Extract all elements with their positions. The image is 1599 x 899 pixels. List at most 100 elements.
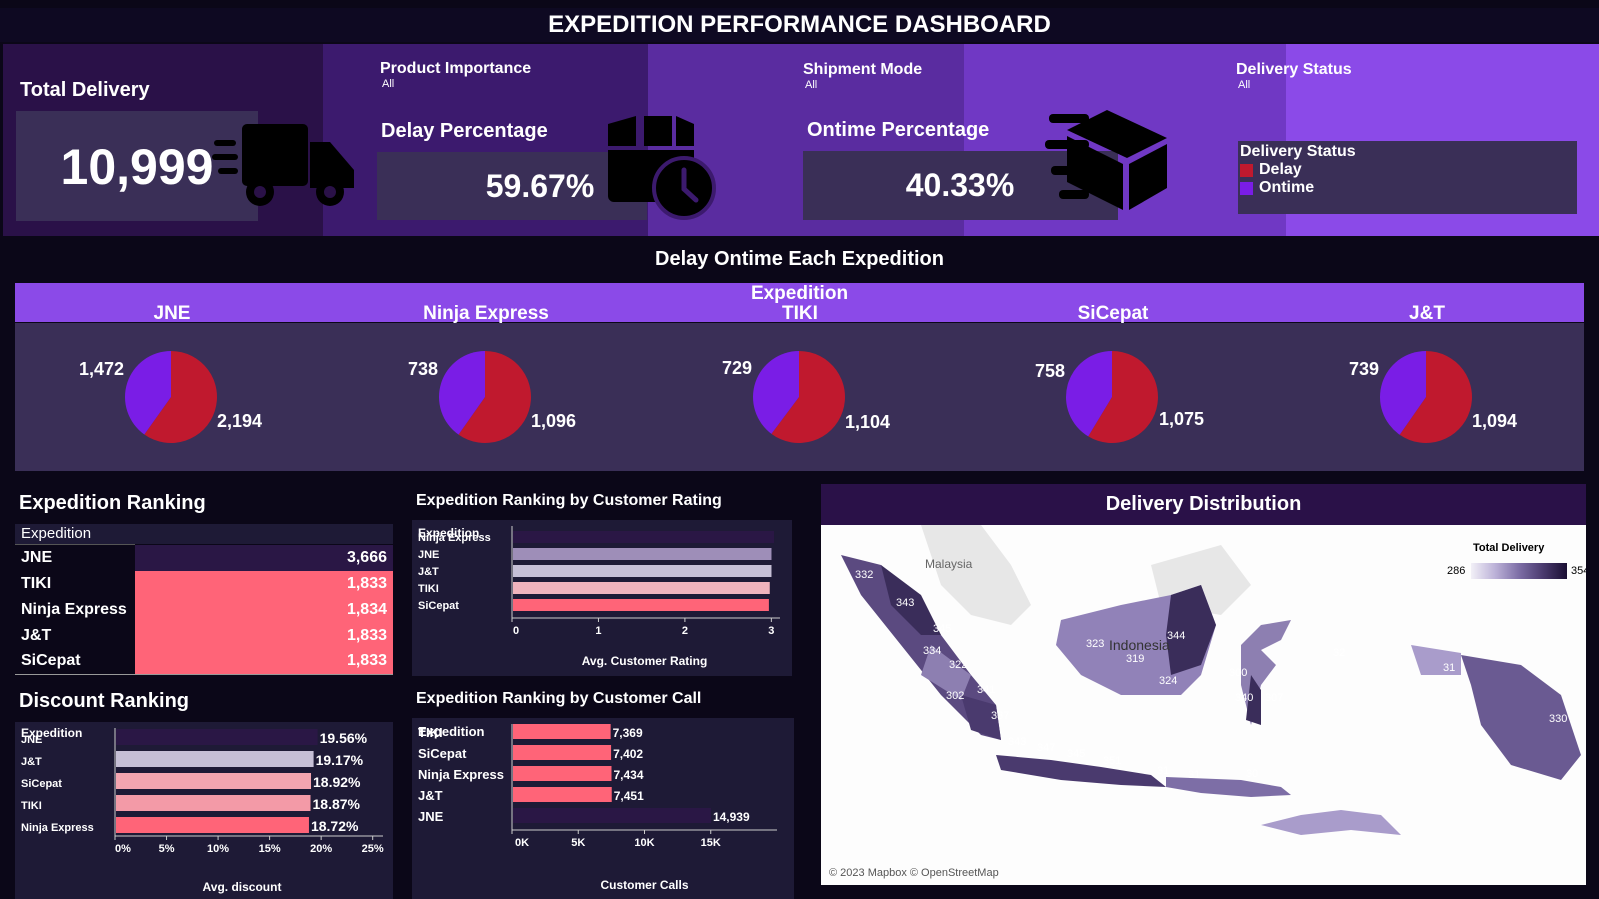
category-label: JNE xyxy=(21,734,42,746)
bar[interactable] xyxy=(513,745,612,760)
legend-label-ontime: Ontime xyxy=(1259,179,1315,196)
category-label: SiCepat xyxy=(418,746,467,761)
bar[interactable] xyxy=(513,724,611,739)
bar[interactable] xyxy=(116,817,309,833)
legend-swatch-delay xyxy=(1240,163,1253,177)
discount-x-axis-title: Avg. discount xyxy=(202,880,282,894)
x-tick-label: 1 xyxy=(595,625,601,637)
bar[interactable] xyxy=(513,548,772,560)
calls-chart-title: Expedition Ranking by Customer Call xyxy=(416,690,702,707)
map-value: 345 xyxy=(1067,748,1086,760)
pie-delay-label-ninja-express: 1,096 xyxy=(531,411,577,431)
bar-value-label: 7,434 xyxy=(614,768,644,782)
bar[interactable] xyxy=(513,565,772,577)
delay-percentage-label: Delay Percentage xyxy=(381,120,548,142)
calls-x-axis-title: Customer Calls xyxy=(600,878,689,892)
ranking-name: SiCepat xyxy=(15,648,135,675)
ranking-name: J&T xyxy=(21,626,52,644)
map-value: 323 xyxy=(1086,638,1105,650)
bar[interactable] xyxy=(513,531,775,543)
legend-title: Delivery Status xyxy=(1240,143,1356,160)
category-label: SiCepat xyxy=(418,600,459,612)
map-label-malaysia: Malaysia xyxy=(925,557,973,571)
category-label: TIKI xyxy=(418,725,443,740)
filter-product-importance-value[interactable]: All xyxy=(382,78,394,90)
pie-delay-label-sicepat: 1,075 xyxy=(1159,409,1205,429)
ranking-value: 3,666 xyxy=(135,544,393,571)
map-value: 30 xyxy=(1246,768,1259,780)
ranking-value: 1,833 xyxy=(135,648,393,675)
bar[interactable] xyxy=(116,751,314,767)
rating-chart-panel: Expedition Ninja Express JNE J&T TIKI SiCepa… xyxy=(412,520,792,676)
bar[interactable] xyxy=(116,773,312,789)
map-value: 31 xyxy=(1157,765,1170,777)
map-value: 341 xyxy=(977,684,996,696)
ranking-name: TIKI xyxy=(21,574,52,592)
discount-chart-panel: Expedition JNE 19.56% J&T 19.17% SiCepat 18.9… xyxy=(15,722,393,899)
box-clock-icon xyxy=(608,116,716,220)
x-tick-label: 5K xyxy=(571,837,585,849)
x-tick-label: 10K xyxy=(634,837,654,849)
ranking-value: 1,833 xyxy=(135,622,393,649)
map-legend-gradient xyxy=(1471,563,1567,579)
bar[interactable] xyxy=(513,582,770,594)
expedition-ranking-title: Expedition Ranking xyxy=(19,492,206,514)
pie-ontime-label-tiki: 729 xyxy=(722,358,753,378)
x-tick-label: 5% xyxy=(159,843,175,855)
bar[interactable] xyxy=(513,766,612,781)
category-label: Ninja Express xyxy=(418,767,504,782)
pie-ontime-label-ninja-express: 738 xyxy=(408,359,439,379)
legend-swatch-ontime xyxy=(1240,181,1253,195)
bar[interactable] xyxy=(513,787,612,802)
map-value: 322 xyxy=(949,659,968,671)
map-value: 31 xyxy=(1188,769,1201,781)
map-value: 31 xyxy=(1443,662,1456,674)
x-tick-label: 20% xyxy=(310,843,332,855)
filter-shipment-mode-value[interactable]: All xyxy=(805,79,817,91)
legend-item-ontime[interactable]: Ontime xyxy=(1240,179,1575,197)
map-value: 334 xyxy=(923,645,942,657)
filter-shipment-mode-title: Shipment Mode xyxy=(803,61,923,78)
map-value: 343 xyxy=(896,597,915,609)
fast-box-icon xyxy=(1045,110,1167,210)
map-value: 340 xyxy=(1235,692,1254,704)
bar-value-label: 18.92% xyxy=(313,774,361,790)
map-credit[interactable]: © 2023 Mapbox © OpenStreetMap xyxy=(829,867,999,879)
bar-value-label: 7,402 xyxy=(613,747,643,761)
pie-header-jne: JNE xyxy=(153,303,191,324)
bar[interactable] xyxy=(116,729,318,745)
calls-chart-panel: Expedition TIKI 7,369 SiCepat 7,402 Ninja Ex… xyxy=(412,718,794,899)
table-row: SiCepat 1,833 xyxy=(15,648,393,675)
bar[interactable] xyxy=(513,808,711,823)
table-row: J&T 1,833 xyxy=(15,622,393,649)
map-value: 345 xyxy=(933,623,952,635)
filter-delivery-status-value[interactable]: All xyxy=(1238,79,1250,91)
rating-x-axis-title: Avg. Customer Rating xyxy=(581,654,708,668)
delivery-status-legend: Delivery Status Delay Ontime xyxy=(1238,141,1577,214)
map-legend-max: 354 xyxy=(1571,565,1586,577)
discount-bar-chart: JNE 19.56% J&T 19.17% SiCepat 18.92% TIKI 18.87… xyxy=(21,728,384,855)
map-value: 307 xyxy=(1265,692,1284,704)
pie-delay-label-tiki: 1,104 xyxy=(845,412,891,432)
x-tick-label: 2 xyxy=(682,625,688,637)
map-panel[interactable]: Malaysia Indonesia 332 343 345 334 322 3… xyxy=(821,525,1586,885)
legend-item-delay[interactable]: Delay xyxy=(1240,161,1575,179)
map-value: 337 xyxy=(991,710,1010,722)
bar[interactable] xyxy=(116,795,311,811)
pie-panel: 1,472 2,194 738 1,096 729 1,104 758 1,07… xyxy=(15,323,1584,471)
map-title: Delivery Distribution xyxy=(821,484,1586,525)
x-tick-label: 15K xyxy=(701,837,721,849)
map-value: 319 xyxy=(1126,653,1145,665)
table-row: Ninja Express 1,834 xyxy=(15,596,393,623)
pie-header-tiki: TIKI xyxy=(782,303,818,324)
pie-section-title: Delay Ontime Each Expedition xyxy=(655,248,944,270)
pie-charts-svg xyxy=(125,351,1472,444)
discount-ranking-title: Discount Ranking xyxy=(19,690,190,712)
ranking-column-header: Expedition xyxy=(15,524,393,544)
category-label: Ninja Express xyxy=(418,532,491,544)
category-label: TIKI xyxy=(418,583,439,595)
map-label-indonesia: Indonesia xyxy=(1109,637,1170,653)
pie-header-sicepat: SiCepat xyxy=(1077,303,1149,324)
bar[interactable] xyxy=(513,599,769,611)
map-value: 351 xyxy=(1103,755,1122,767)
